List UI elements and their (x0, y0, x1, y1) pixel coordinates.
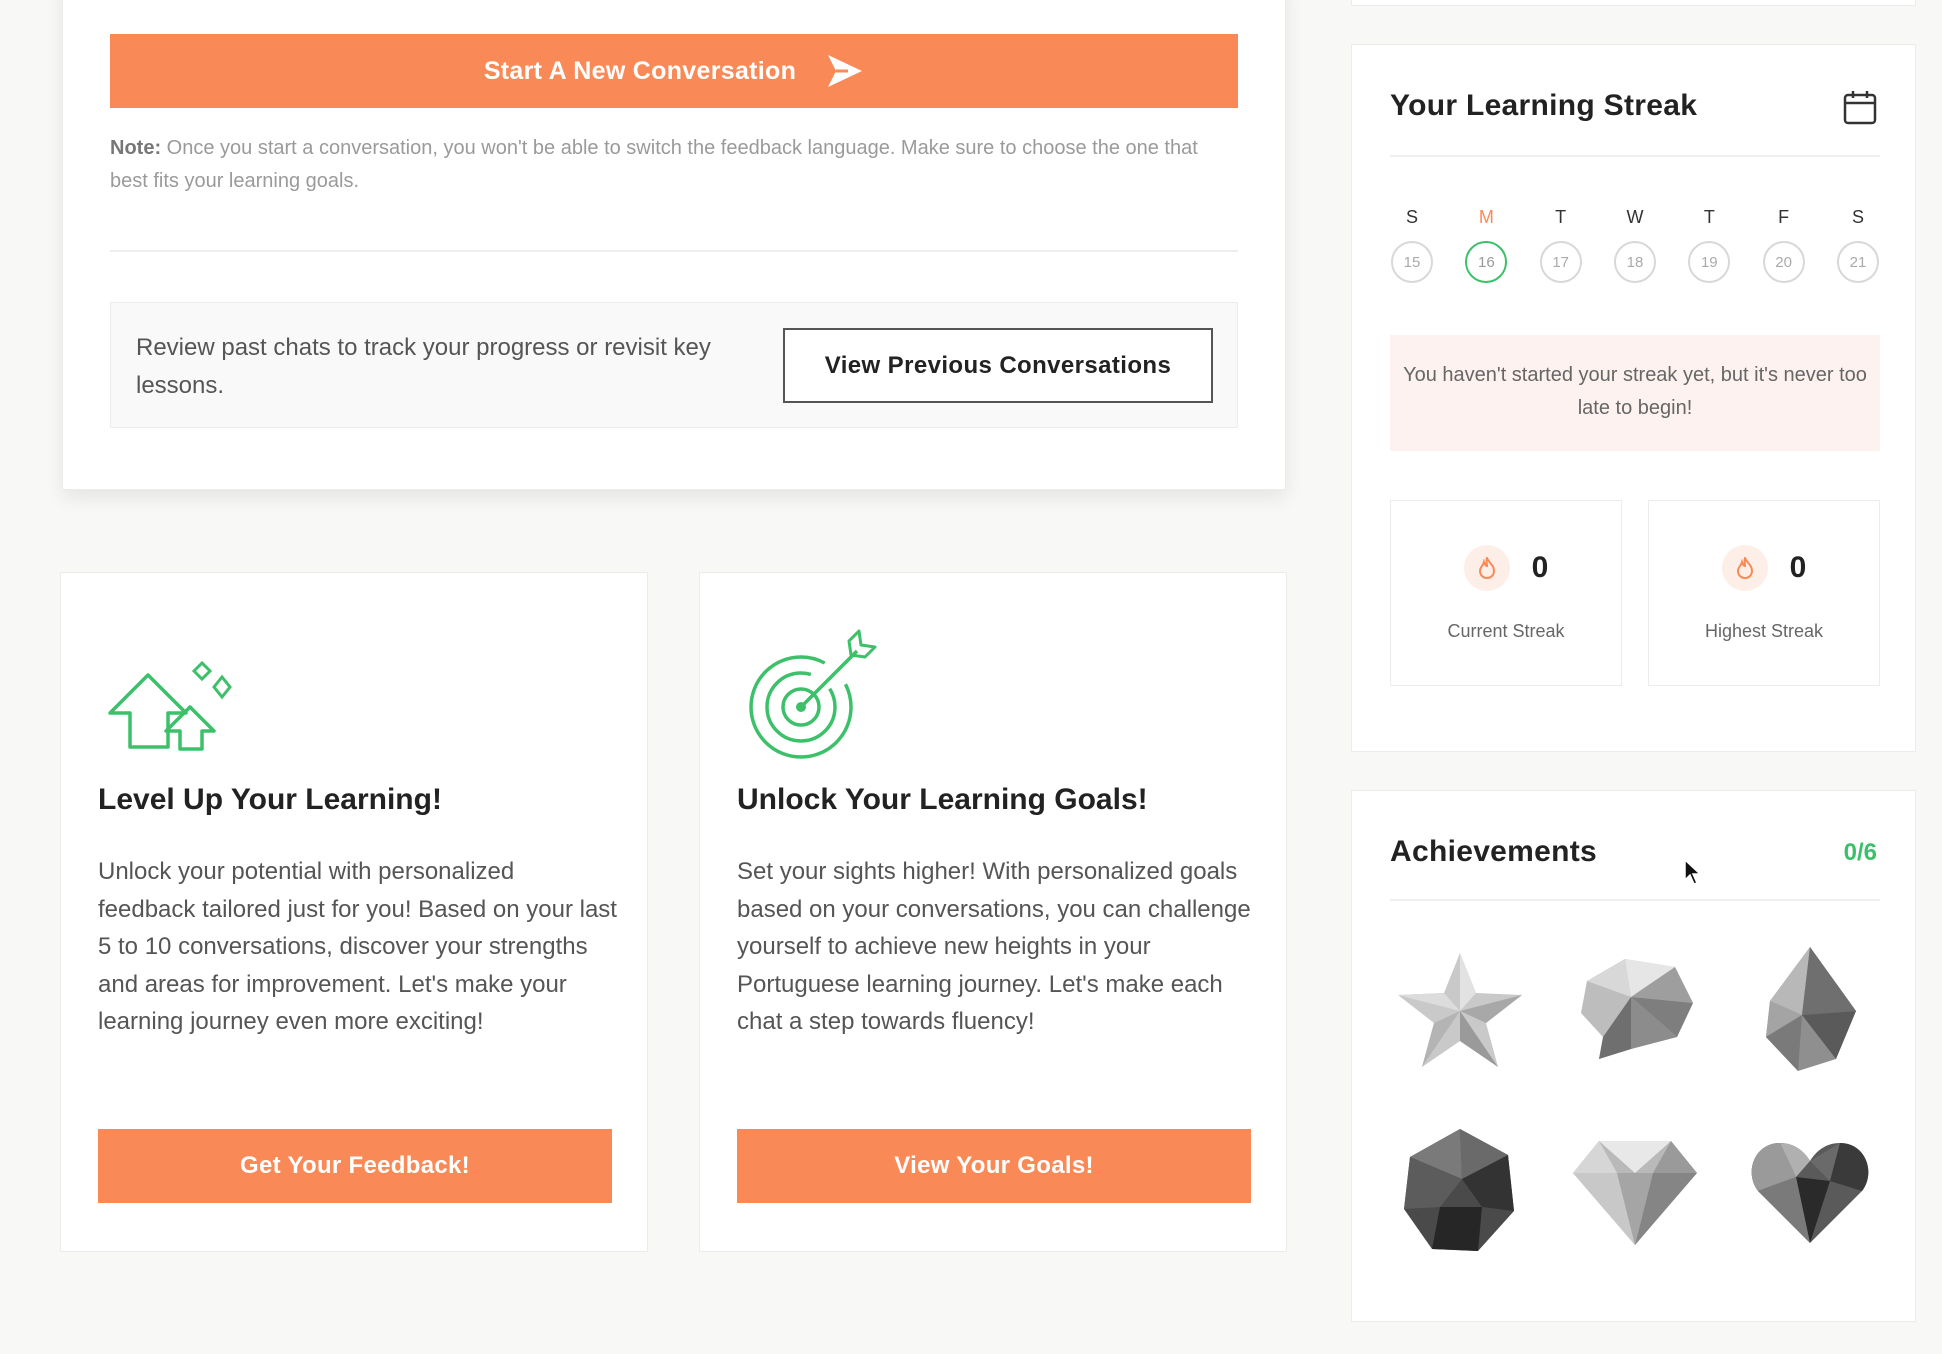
level-up-description: Unlock your potential with personalized … (98, 858, 617, 1036)
achievements-count: 0/6 (1843, 839, 1877, 866)
current-streak-label: Current Streak (1447, 621, 1565, 641)
view-previous-conversations-button[interactable]: View Previous Conversations (783, 328, 1213, 403)
current-streak-row: 0 (1391, 545, 1621, 591)
achievements-card: Achievements 0/6 (1351, 790, 1916, 1322)
day-number: 19 (1688, 241, 1731, 283)
review-text: Review past chats to track your progress… (136, 334, 711, 399)
top-card-edge (1351, 0, 1916, 6)
language-note: Note: Once you start a conversation, you… (110, 132, 1238, 198)
learning-goals-card: Unlock Your Learning Goals! Set your sig… (699, 572, 1287, 1252)
current-streak-box: 0 Current Streak (1390, 500, 1622, 686)
streak-message: You haven't started your streak yet, but… (1390, 335, 1880, 451)
learning-streak-card: Your Learning Streak S 15 M 16 T 17 W 18… (1351, 44, 1916, 752)
star-badge-icon[interactable] (1390, 941, 1530, 1081)
week-calendar: S 15 M 16 T 17 W 18 T 19 F 20 S 21 (1390, 205, 1880, 283)
day-letter: S (1851, 207, 1864, 227)
current-streak-value: 0 (1531, 551, 1549, 584)
target-arrow-icon (749, 629, 877, 759)
divider (1390, 155, 1880, 157)
level-up-card: Level Up Your Learning! Unlock your pote… (60, 572, 648, 1252)
day-number: 17 (1539, 241, 1582, 283)
divider (1390, 899, 1880, 901)
day-number-today: 16 (1465, 241, 1508, 283)
get-feedback-button[interactable]: Get Your Feedback! (98, 1129, 612, 1203)
day-letter: F (1778, 207, 1790, 227)
level-up-title: Level Up Your Learning! (98, 783, 442, 816)
day-saturday: S 21 (1836, 205, 1880, 283)
crystal-badge-icon[interactable] (1740, 941, 1880, 1081)
view-goals-button[interactable]: View Your Goals! (737, 1129, 1251, 1203)
day-number: 15 (1391, 241, 1433, 283)
highest-streak-value: 0 (1789, 551, 1807, 584)
learning-goals-description: Set your sights higher! With personalize… (737, 858, 1251, 1036)
divider (110, 250, 1238, 252)
start-conversation-button[interactable]: Start A New Conversation (110, 34, 1238, 108)
day-wednesday: W 18 (1613, 205, 1657, 283)
achievements-title: Achievements (1390, 835, 1598, 868)
learning-goals-title: Unlock Your Learning Goals! (737, 783, 1148, 816)
note-label: Note: (110, 137, 162, 159)
day-number: 20 (1762, 241, 1805, 283)
review-past-chats-box: Review past chats to track your progress… (110, 302, 1238, 428)
day-letter-today: M (1478, 207, 1494, 227)
flame-icon (1721, 545, 1768, 591)
day-letter: W (1626, 207, 1644, 227)
day-letter: T (1703, 207, 1715, 227)
note-text: Once you start a conversation, you won't… (110, 137, 1198, 192)
day-thursday: T 19 (1687, 205, 1731, 283)
day-monday: M 16 (1464, 205, 1508, 283)
day-letter: T (1555, 207, 1567, 227)
streak-title: Your Learning Streak (1390, 89, 1698, 122)
heart-badge-icon[interactable] (1740, 1121, 1880, 1261)
highest-streak-row: 0 (1649, 545, 1879, 591)
day-tuesday: T 17 (1539, 205, 1583, 283)
conversation-card: Start A New Conversation Note: Once you … (62, 0, 1286, 490)
dodecahedron-badge-icon[interactable] (1390, 1121, 1530, 1261)
flame-icon (1463, 545, 1510, 591)
mouse-cursor-icon (1684, 858, 1702, 885)
achievements-grid (1390, 941, 1880, 1271)
day-number: 21 (1836, 241, 1879, 283)
day-sunday: S 15 (1390, 205, 1434, 283)
send-icon (828, 55, 863, 87)
start-conversation-label: Start A New Conversation (483, 56, 797, 85)
level-up-arrows-icon (108, 660, 232, 751)
calendar-icon[interactable] (1843, 89, 1877, 125)
day-friday: F 20 (1762, 205, 1806, 283)
highest-streak-label: Highest Streak (1704, 621, 1824, 641)
day-number: 18 (1613, 241, 1656, 283)
chat-bubble-badge-icon[interactable] (1565, 941, 1705, 1081)
diamond-badge-icon[interactable] (1565, 1121, 1705, 1261)
highest-streak-box: 0 Highest Streak (1648, 500, 1880, 686)
day-letter: S (1405, 207, 1418, 227)
